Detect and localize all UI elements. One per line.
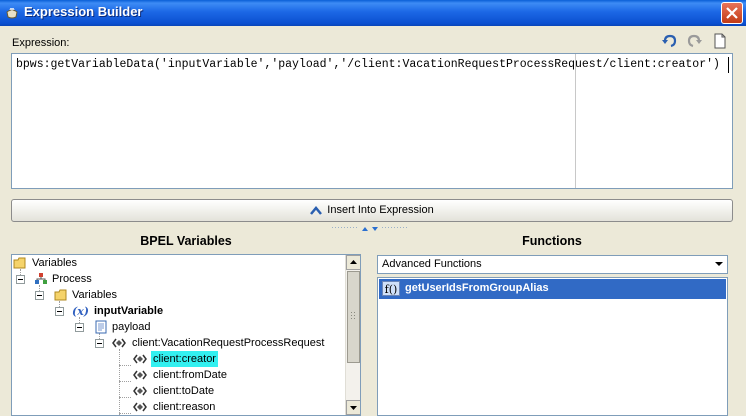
function-icon: f() — [382, 281, 400, 296]
grip-icon — [351, 312, 355, 319]
function-label: getUserIdsFromGroupAlias — [405, 282, 549, 294]
expression-label: Expression: — [12, 37, 70, 49]
tree-item-label: client:reason — [153, 401, 216, 413]
process-icon — [35, 273, 47, 284]
expression-editor[interactable]: bpws:getVariableData('inputVariable','pa… — [11, 53, 733, 189]
expression-text: bpws:getVariableData('inputVariable','pa… — [16, 58, 720, 71]
tree-item-payload[interactable]: payload — [12, 319, 332, 335]
dialog-body: Expression: bpws:getVariableData('inputV… — [0, 26, 746, 416]
folder-icon — [54, 289, 67, 301]
selected-category: Advanced Functions — [382, 258, 482, 270]
element-icon — [133, 386, 147, 396]
tree-item-fromdate[interactable]: client:fromDate — [12, 367, 332, 383]
element-icon — [133, 370, 147, 380]
tree-item-variables[interactable]: Variables — [12, 255, 332, 271]
scroll-down-button[interactable] — [346, 400, 360, 415]
bpel-variables-tree[interactable]: Variables Process Variables (x) inputVar… — [11, 254, 361, 416]
element-icon — [112, 338, 126, 348]
collapse-toggle[interactable] — [35, 291, 44, 300]
arrow-up-icon — [310, 206, 323, 215]
collapse-toggle[interactable] — [75, 323, 84, 332]
arrow-up-icon — [350, 260, 357, 264]
tree-item-label: payload — [112, 321, 151, 333]
collapse-toggle[interactable] — [95, 339, 104, 348]
app-icon — [6, 8, 18, 19]
text-caret — [728, 57, 729, 73]
tree-item-label: client:creator — [151, 351, 218, 367]
close-icon — [726, 7, 738, 19]
tree-item-label: Variables — [32, 257, 78, 269]
tree-scrollbar[interactable] — [345, 255, 360, 415]
scroll-thumb[interactable] — [347, 271, 360, 363]
insert-into-expression-button[interactable]: Insert Into Expression — [11, 199, 733, 222]
function-item-getuseridsfromgroupalias[interactable]: f() getUserIdsFromGroupAlias — [379, 279, 726, 299]
svg-text:(x): (x) — [72, 305, 89, 318]
splitter-handle[interactable] — [332, 225, 412, 233]
tree-item-label: client:VacationRequestProcessRequest — [132, 337, 325, 349]
redo-icon[interactable] — [685, 32, 703, 50]
tree-item-label: Process — [52, 273, 92, 285]
functions-title: Functions — [522, 234, 582, 248]
document-icon — [95, 320, 107, 334]
variable-icon: (x) — [72, 305, 89, 318]
function-category-select[interactable]: Advanced Functions — [377, 255, 728, 274]
tree-item-label: client:toDate — [153, 385, 215, 397]
tree-item-process[interactable]: Process — [12, 271, 332, 287]
tree-item-label: Variables — [72, 289, 118, 301]
close-button[interactable] — [721, 2, 743, 24]
tree-item-label: inputVariable — [94, 305, 164, 317]
new-document-icon[interactable] — [711, 32, 729, 50]
functions-list[interactable]: f() getUserIdsFromGroupAlias — [377, 277, 728, 416]
tree-item-label: client:fromDate — [153, 369, 227, 381]
tree-item-vacation-request[interactable]: client:VacationRequestProcessRequest — [12, 335, 342, 351]
tree-item-todate[interactable]: client:toDate — [12, 383, 332, 399]
scroll-up-button[interactable] — [346, 255, 360, 270]
chevron-down-icon — [715, 262, 723, 266]
folder-icon — [13, 257, 26, 269]
undo-icon[interactable] — [661, 32, 679, 50]
insert-button-label: Insert Into Expression — [327, 204, 434, 216]
tree-item-reason[interactable]: client:reason — [12, 399, 332, 415]
margin-line — [575, 54, 576, 188]
window-title: Expression Builder — [24, 4, 143, 19]
title-bar[interactable]: Expression Builder — [0, 0, 746, 26]
element-icon — [133, 402, 147, 412]
collapse-toggle[interactable] — [16, 275, 25, 284]
tree-item-inputvariable[interactable]: (x) inputVariable — [12, 303, 332, 319]
collapse-toggle[interactable] — [55, 307, 64, 316]
arrow-down-icon — [350, 406, 357, 410]
tree-item-creator[interactable]: client:creator — [12, 351, 332, 367]
tree-item-process-variables[interactable]: Variables — [12, 287, 332, 303]
element-icon — [133, 354, 147, 364]
bpel-variables-title: BPEL Variables — [140, 234, 232, 248]
